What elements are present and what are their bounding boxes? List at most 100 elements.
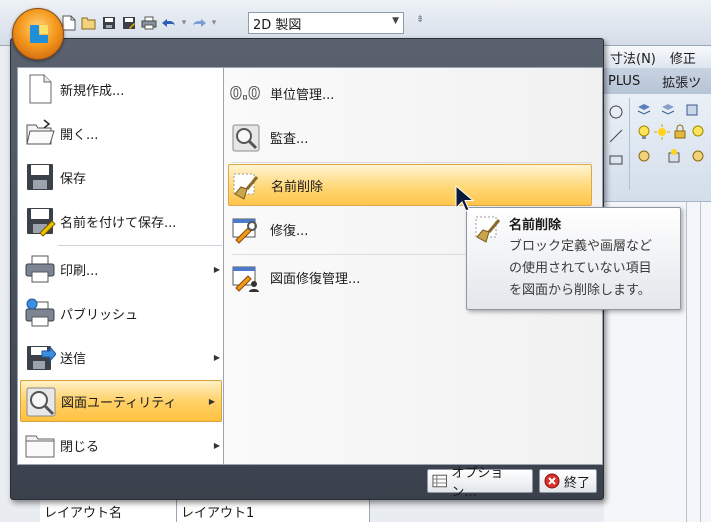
- save-icon: [27, 164, 53, 190]
- sun-icon[interactable]: [654, 124, 670, 140]
- printer-icon: [25, 255, 55, 283]
- lightbulb-on-icon[interactable]: [636, 124, 652, 140]
- menu-item-print[interactable]: 印刷... ▶: [18, 248, 226, 290]
- layer-state-icon[interactable]: [660, 102, 676, 118]
- qat-undo-icon[interactable]: [160, 14, 178, 32]
- circle-tool-icon[interactable]: [608, 104, 624, 120]
- options-button[interactable]: オプション...: [427, 466, 533, 500]
- save-as-icon: [27, 208, 56, 237]
- menu-separator: [58, 245, 222, 246]
- menu-item-close[interactable]: 閉じる ▶: [18, 424, 226, 466]
- menu-item-open[interactable]: 開く...: [18, 112, 226, 154]
- app-menu-footer: オプション... 終了: [11, 466, 605, 500]
- tooltip-line: ブロック定義や画層など: [509, 239, 653, 254]
- tooltip-line: を図面から削除します。: [509, 283, 651, 298]
- audit-icon: [232, 124, 260, 152]
- exit-icon: [544, 473, 560, 489]
- purge-tooltip: 名前削除 ブロック定義や画層など の使用されていない項目 を図面から削除します。: [466, 207, 681, 310]
- menu-item-label: 新規作成...: [60, 83, 125, 99]
- layer-isolate-icon[interactable]: [666, 148, 682, 164]
- layer-lock-icon[interactable]: [672, 124, 688, 140]
- app-logo-icon: [30, 25, 48, 43]
- submenu-item-purge[interactable]: 名前削除: [228, 164, 592, 206]
- publish-icon: [25, 298, 55, 327]
- ribbon-panel: [604, 94, 711, 202]
- menu-item-label: 印刷...: [60, 263, 99, 279]
- submenu-item-label: 監査...: [270, 131, 309, 147]
- qat-customize-icon[interactable]: ⇟: [416, 14, 424, 25]
- purge-icon: [475, 216, 501, 243]
- drawing-utilities-icon: [26, 387, 56, 417]
- tooltip-line: の使用されていない項目: [509, 261, 652, 276]
- qat-save-icon[interactable]: [100, 14, 118, 32]
- tooltip-body: ブロック定義や画層など の使用されていない項目 を図面から削除します。: [509, 236, 677, 302]
- menu-item-label: 開く...: [60, 127, 99, 143]
- menu-item-label: 閉じる: [60, 439, 100, 455]
- new-document-icon: [29, 74, 52, 104]
- rect-tool-icon[interactable]: [608, 152, 624, 168]
- exit-label: 終了: [564, 475, 591, 491]
- line-tool-icon[interactable]: [608, 128, 624, 144]
- layer-properties-icon[interactable]: [684, 102, 700, 118]
- palette-divider: [686, 202, 687, 522]
- submenu-item-audit[interactable]: 監査...: [228, 116, 592, 158]
- exit-button[interactable]: 終了: [539, 469, 597, 493]
- menu-item-save[interactable]: 保存: [18, 156, 226, 198]
- tooltip-title: 名前削除: [509, 218, 562, 233]
- submenu-item-label: 図面修復管理...: [270, 271, 361, 287]
- app-menu-commands: 新規作成... 開く... 保存 名前を付けて保存... 印刷... ▶ パブリ…: [17, 67, 227, 465]
- chevron-down-icon[interactable]: ▼: [392, 16, 399, 26]
- submenu-arrow-icon: ▶: [213, 352, 220, 362]
- mouse-cursor-icon: [455, 185, 475, 212]
- palette-divider: [700, 202, 701, 522]
- workspace-value: 2D 製図: [253, 17, 302, 33]
- layout-property-grid: レイアウト名 レイアウト1: [40, 498, 370, 522]
- qat-save-as-icon[interactable]: [120, 14, 138, 32]
- submenu-arrow-icon: ▶: [213, 264, 220, 274]
- grid-cell-layout-name-value[interactable]: レイアウト1: [177, 499, 370, 522]
- qat-redo-dropdown-icon[interactable]: ▾: [210, 14, 218, 32]
- qat-undo-dropdown-icon[interactable]: ▾: [180, 14, 188, 32]
- menu-item-modify[interactable]: 修正: [670, 48, 696, 67]
- quick-access-toolbar: ▾ ▾: [60, 12, 218, 34]
- menu-item-send[interactable]: 送信 ▶: [18, 336, 226, 378]
- options-icon: [432, 474, 447, 488]
- menu-item-label: 図面ユーティリティ: [61, 395, 177, 411]
- menu-item-drawing-utilities[interactable]: 図面ユーティリティ ▶: [20, 380, 222, 422]
- submenu-item-units[interactable]: 0.0 単位管理...: [228, 72, 592, 114]
- layer-off-icon[interactable]: [636, 148, 652, 164]
- menu-item-new[interactable]: 新規作成...: [18, 68, 226, 110]
- menu-item-publish[interactable]: パブリッシュ: [18, 292, 226, 334]
- menu-item-dimension[interactable]: 寸法(N): [610, 48, 656, 67]
- layer-freeze-icon[interactable]: [690, 124, 706, 140]
- ribbon-group-layers: [632, 98, 711, 190]
- menu-item-label: 名前を付けて保存...: [60, 215, 177, 231]
- submenu-arrow-icon: ▶: [213, 440, 220, 450]
- qat-print-icon[interactable]: [140, 14, 158, 32]
- options-label: オプション...: [451, 466, 504, 500]
- purge-icon: [233, 173, 259, 200]
- open-folder-icon: [26, 119, 55, 145]
- menu-item-save-as[interactable]: 名前を付けて保存...: [18, 200, 226, 242]
- tab-plus[interactable]: PLUS: [608, 74, 640, 89]
- submenu-separator: [232, 162, 592, 163]
- menu-item-label: 保存: [60, 171, 87, 187]
- workspace-combo[interactable]: 2D 製図 ▼: [248, 12, 404, 34]
- application-button[interactable]: [12, 8, 64, 60]
- submenu-item-label: 修復...: [270, 223, 309, 239]
- tab-extended-tools[interactable]: 拡張ツ: [662, 72, 701, 91]
- units-icon: 0.0: [229, 84, 261, 105]
- menu-item-label: パブリッシュ: [60, 307, 139, 323]
- menu-item-label: 送信: [60, 351, 87, 367]
- submenu-arrow-icon: ▶: [208, 396, 215, 406]
- drawing-recovery-icon: [232, 266, 259, 292]
- layer-stack-icon[interactable]: [636, 102, 652, 118]
- qat-redo-icon[interactable]: [190, 14, 208, 32]
- submenu-item-label: 単位管理...: [270, 87, 335, 103]
- grid-cell-layout-name-label: レイアウト名: [40, 499, 177, 522]
- ribbon-group-left: [604, 98, 630, 190]
- qat-open-icon[interactable]: [80, 14, 98, 32]
- submenu-item-label: 名前削除: [271, 179, 324, 195]
- layer-match-icon[interactable]: [690, 148, 706, 164]
- close-folder-icon: [25, 435, 55, 458]
